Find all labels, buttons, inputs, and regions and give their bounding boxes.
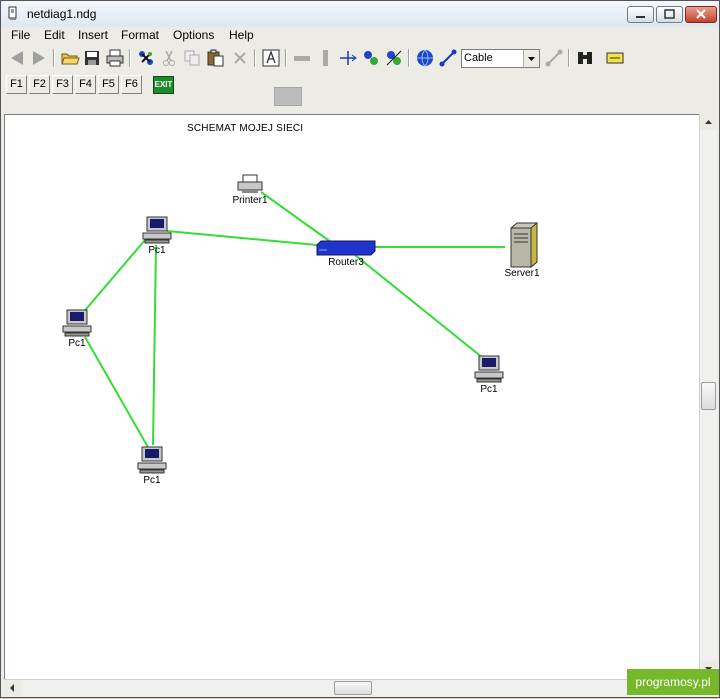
close-button[interactable] [685, 6, 717, 23]
chevron-down-icon[interactable] [523, 50, 539, 67]
f6-button[interactable]: F6 [121, 75, 142, 94]
window-title: netdiag1.ndg [27, 7, 97, 21]
binoculars-icon[interactable] [575, 48, 595, 68]
link-pctop-pcleft [80, 239, 146, 316]
node-label: Pc1 [143, 475, 161, 486]
menu-options[interactable]: Options [173, 28, 214, 42]
toolbar-separator [285, 49, 287, 67]
maximize-button[interactable] [656, 6, 683, 23]
toolbar-separator [53, 49, 55, 67]
menu-file[interactable]: File [11, 28, 30, 42]
server-icon [510, 221, 538, 269]
toolbar-separator [129, 49, 131, 67]
status-indicator [274, 87, 302, 106]
link-printer-router [260, 191, 336, 246]
node-label: Pc1 [480, 384, 498, 395]
printer-node[interactable]: Printer1 [232, 173, 268, 206]
node-label: Router3 [328, 257, 364, 268]
network-tool-icon[interactable] [136, 48, 156, 68]
scroll-up-icon[interactable] [700, 114, 717, 130]
printer-icon [237, 174, 263, 193]
computer-icon [137, 446, 167, 474]
node-label: Server1 [504, 268, 540, 279]
f1-button[interactable]: F1 [6, 75, 27, 94]
vertical-scrollbar[interactable] [699, 114, 717, 679]
scroll-left-icon[interactable] [4, 680, 21, 696]
title-bar[interactable]: netdiag1.ndg [1, 1, 719, 28]
application-window: netdiag1.ndg File Edit Insert Format Opt… [0, 0, 720, 698]
menu-insert[interactable]: Insert [78, 28, 108, 42]
network-links [80, 191, 505, 450]
f3-button[interactable]: F3 [52, 75, 73, 94]
pc-node[interactable]: Pc1 [142, 215, 172, 256]
unlink-nodes-icon[interactable] [384, 48, 404, 68]
endpoint-tool-icon[interactable] [544, 48, 564, 68]
router-node[interactable]: Router3 [315, 240, 377, 268]
diagram-canvas[interactable]: SCHEMAT MOJEJ SIECI Printer1 Pc1 Router3 [4, 114, 699, 679]
text-tool-icon[interactable] [261, 48, 281, 68]
vertical-line-icon[interactable] [315, 48, 335, 68]
router-icon [316, 240, 376, 256]
pc-node[interactable]: Pc1 [474, 354, 504, 395]
vertical-scroll-thumb[interactable] [701, 382, 716, 410]
cable-type-value: Cable [464, 52, 493, 64]
app-icon [7, 6, 19, 21]
node-label: Pc1 [68, 338, 86, 349]
function-key-toolbar: F1 F2 F3 F4 F5 F6 [1, 74, 719, 96]
computer-icon [142, 216, 172, 244]
exit-button[interactable]: EXIT [153, 76, 174, 94]
cut-icon[interactable] [159, 48, 179, 68]
save-icon[interactable] [82, 48, 102, 68]
delete-icon[interactable] [230, 48, 250, 68]
f5-button[interactable]: F5 [98, 75, 119, 94]
menu-bar: File Edit Insert Format Options Help [1, 27, 719, 45]
toolbar-separator [408, 49, 410, 67]
menu-format[interactable]: Format [121, 28, 159, 42]
menu-edit[interactable]: Edit [44, 28, 65, 42]
link-pctop-router [166, 230, 318, 246]
link-nodes-icon[interactable] [361, 48, 381, 68]
cable-type-dropdown[interactable]: Cable [461, 49, 540, 68]
horizontal-line-icon[interactable] [292, 48, 312, 68]
cable-tool-icon[interactable] [438, 48, 458, 68]
minimize-button[interactable] [627, 6, 654, 23]
menu-help[interactable]: Help [229, 28, 254, 42]
print-icon[interactable] [105, 48, 125, 68]
label-tool-icon[interactable] [605, 48, 625, 68]
main-toolbar [1, 46, 719, 72]
link-router-pcright [354, 254, 484, 359]
server-node[interactable]: Server1 [504, 221, 540, 279]
pc-node[interactable]: Pc1 [62, 308, 92, 349]
computer-icon [474, 355, 504, 383]
globe-icon[interactable] [415, 48, 435, 68]
toolbar-separator [254, 49, 256, 67]
computer-icon [62, 309, 92, 337]
back-arrow-icon[interactable] [7, 48, 27, 68]
open-folder-icon[interactable] [60, 48, 80, 68]
f2-button[interactable]: F2 [29, 75, 50, 94]
pc-node[interactable]: Pc1 [137, 445, 167, 486]
watermark-badge: programosy.pl [627, 669, 719, 695]
paste-icon[interactable] [205, 48, 225, 68]
horizontal-scrollbar[interactable] [4, 679, 699, 696]
copy-icon[interactable] [182, 48, 202, 68]
connect-line-icon[interactable] [338, 48, 358, 68]
node-label: Pc1 [148, 245, 166, 256]
forward-arrow-icon[interactable] [29, 48, 49, 68]
toolbar-separator [568, 49, 570, 67]
link-pctop-pcbottom [152, 244, 157, 446]
f4-button[interactable]: F4 [75, 75, 96, 94]
link-pcleft-pcbottom [84, 336, 150, 450]
horizontal-scroll-thumb[interactable] [334, 681, 372, 695]
node-label: Printer1 [232, 195, 268, 206]
